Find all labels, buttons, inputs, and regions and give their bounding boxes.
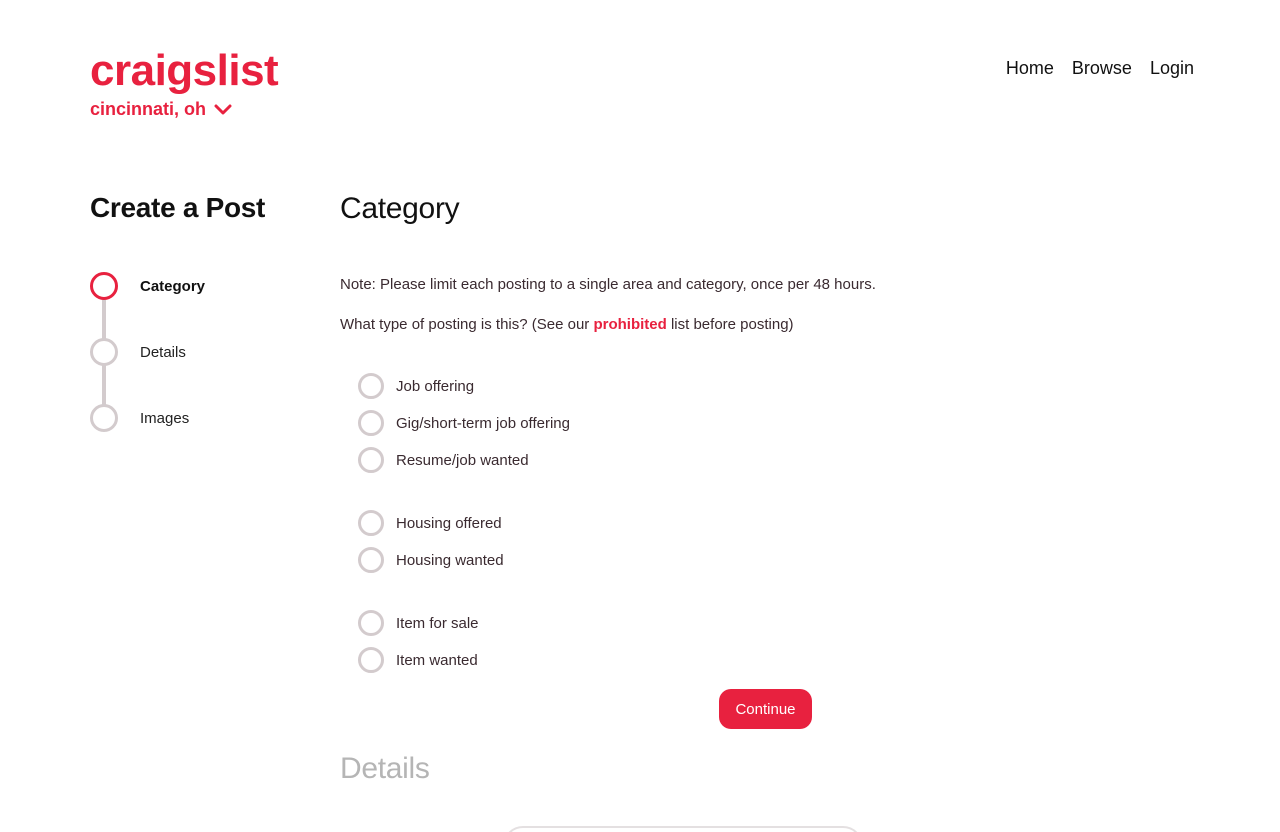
continue-button[interactable]: Continue xyxy=(719,689,812,729)
nav-home-link[interactable]: Home xyxy=(1006,58,1054,79)
step-label: Category xyxy=(140,277,206,295)
section-title-category: Category xyxy=(340,192,460,225)
step-images[interactable]: Images xyxy=(90,404,189,432)
prohibited-link[interactable]: prohibited xyxy=(593,316,666,333)
post-stepper: Category Details Images xyxy=(90,272,290,442)
option-label: Job offering xyxy=(396,377,475,395)
option-label: Item wanted xyxy=(396,651,478,669)
radio-button[interactable] xyxy=(358,647,384,673)
question-text-end: list before posting) xyxy=(666,316,794,333)
chevron-down-icon xyxy=(214,101,232,119)
question-text-start: What type of posting is this? (See our xyxy=(340,316,594,333)
location-label: cincinnati, oh xyxy=(90,99,207,119)
craigslist-logo[interactable]: craigslist xyxy=(90,46,279,96)
details-input-field[interactable] xyxy=(503,826,863,832)
step-label: Images xyxy=(140,409,190,427)
radio-button[interactable] xyxy=(358,547,384,573)
option-job-offering[interactable]: Job offering xyxy=(358,373,474,399)
sidebar-title: Create a Post xyxy=(90,192,266,223)
option-label: Item for sale xyxy=(396,614,479,632)
posting-note: Note: Please limit each posting to a sin… xyxy=(340,276,876,293)
radio-button[interactable] xyxy=(358,510,384,536)
step-details[interactable]: Details xyxy=(90,338,186,366)
stepper-connector xyxy=(102,362,106,406)
radio-button[interactable] xyxy=(358,373,384,399)
option-gig-offering[interactable]: Gig/short-term job offering xyxy=(358,410,570,436)
stepper-connector xyxy=(102,296,106,340)
posting-type-question: What type of posting is this? (See our p… xyxy=(340,316,794,333)
step-indicator-active xyxy=(90,272,118,300)
option-label: Housing wanted xyxy=(396,551,504,569)
nav-login-link[interactable]: Login xyxy=(1150,58,1194,79)
step-indicator xyxy=(90,338,118,366)
section-title-details: Details xyxy=(340,752,430,785)
radio-button[interactable] xyxy=(358,610,384,636)
option-label: Gig/short-term job offering xyxy=(396,414,570,432)
nav-browse-link[interactable]: Browse xyxy=(1072,58,1132,79)
option-resume-wanted[interactable]: Resume/job wanted xyxy=(358,447,529,473)
option-housing-offered[interactable]: Housing offered xyxy=(358,510,502,536)
option-label: Resume/job wanted xyxy=(396,451,529,469)
radio-button[interactable] xyxy=(358,410,384,436)
step-category[interactable]: Category xyxy=(90,272,205,300)
step-indicator xyxy=(90,404,118,432)
top-nav: Home Browse Login xyxy=(1006,58,1194,79)
radio-button[interactable] xyxy=(358,447,384,473)
location-selector[interactable]: cincinnati, oh xyxy=(90,99,232,120)
option-housing-wanted[interactable]: Housing wanted xyxy=(358,547,504,573)
option-item-wanted[interactable]: Item wanted xyxy=(358,647,478,673)
option-item-for-sale[interactable]: Item for sale xyxy=(358,610,479,636)
step-label: Details xyxy=(140,343,186,361)
option-label: Housing offered xyxy=(396,514,502,532)
page: craigslist cincinnati, oh Home Browse Lo… xyxy=(0,0,1280,832)
